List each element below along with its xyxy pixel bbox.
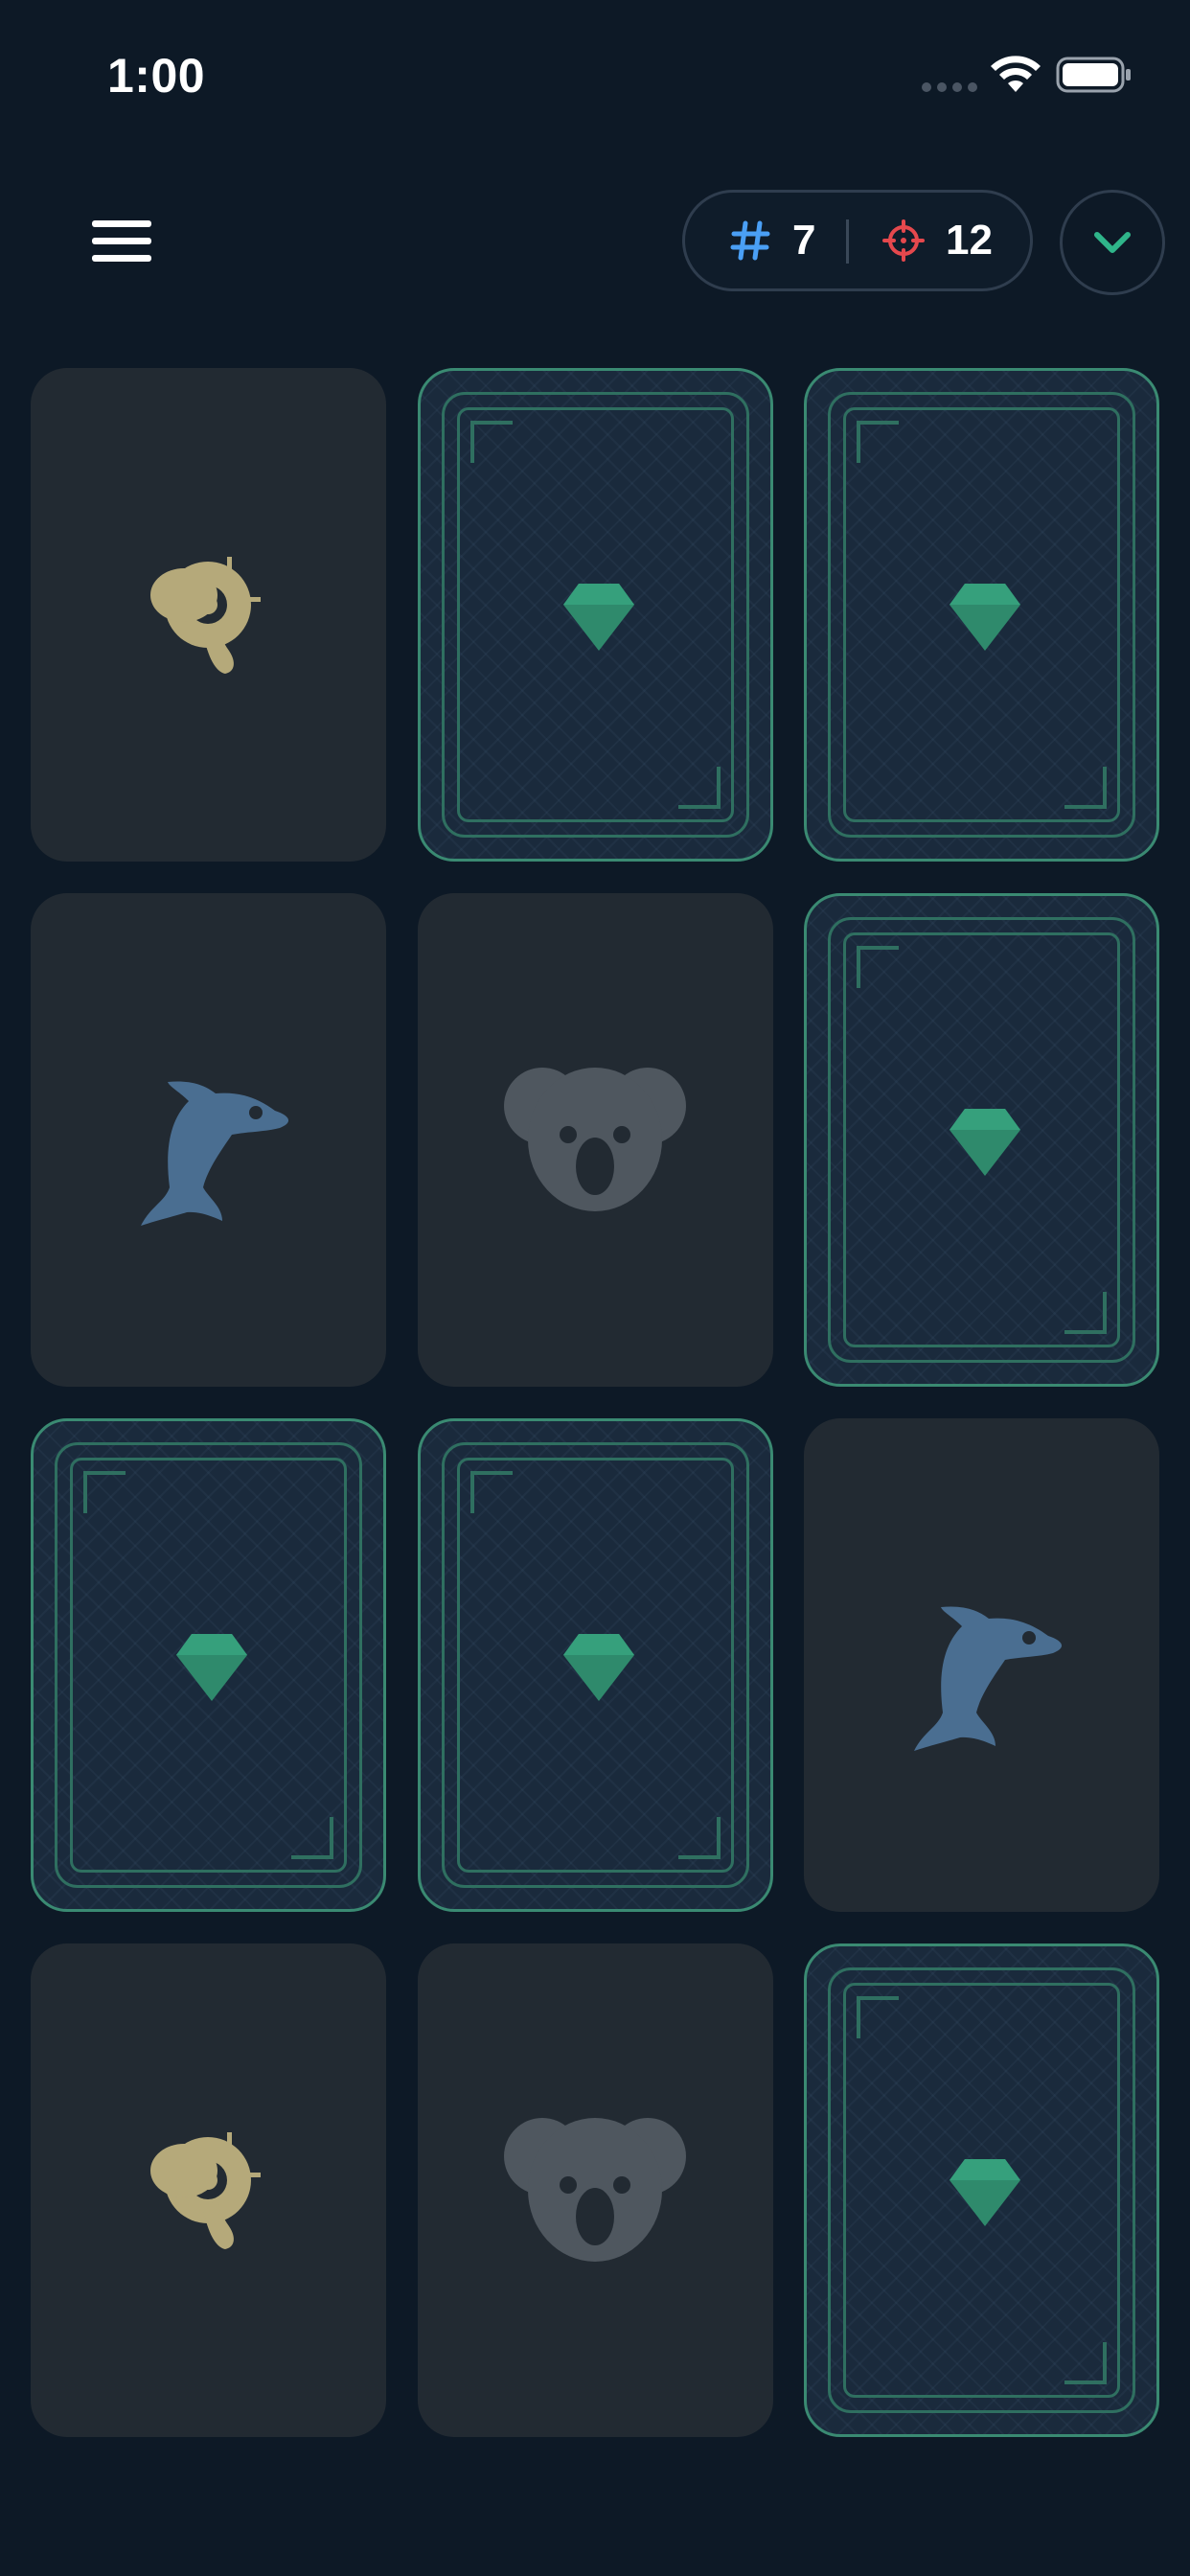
stats-divider: [846, 219, 849, 264]
card-snail[interactable]: [31, 368, 386, 862]
card-corner-mark: [677, 767, 721, 809]
gem-icon: [950, 1109, 1020, 1176]
koala-icon: [503, 1068, 686, 1211]
status-bar: 1:00: [0, 0, 1190, 153]
card-koala[interactable]: [417, 893, 773, 1387]
hash-icon: [730, 220, 770, 261]
wifi-icon: [991, 56, 1041, 92]
moves-value: 7: [792, 217, 816, 264]
card-corner-mark: [857, 946, 899, 988]
target-counter: 12: [882, 193, 993, 288]
card-corner-mark: [469, 1471, 513, 1513]
card-snail[interactable]: [31, 1944, 386, 2437]
card-facedown[interactable]: [804, 893, 1159, 1387]
card-dolphin[interactable]: [31, 893, 386, 1387]
gem-icon: [950, 2159, 1020, 2226]
card-corner-mark: [677, 1817, 721, 1859]
collapse-button[interactable]: [1060, 190, 1165, 295]
dolphin-icon: [141, 1081, 289, 1226]
gem-icon: [562, 584, 634, 651]
moves-counter: 7: [729, 193, 815, 288]
card-facedown[interactable]: [804, 1944, 1159, 2437]
koala-icon: [503, 2118, 686, 2262]
card-facedown[interactable]: [804, 368, 1159, 862]
card-corner-mark: [83, 1471, 126, 1513]
menu-button[interactable]: [92, 220, 151, 263]
card-facedown[interactable]: [31, 1418, 386, 1912]
card-corner-mark: [1064, 1292, 1107, 1334]
card-corner-mark: [1064, 767, 1107, 809]
card-corner-mark: [1064, 2342, 1107, 2384]
status-time: 1:00: [107, 49, 206, 103]
target-value: 12: [946, 217, 993, 264]
snail-icon: [150, 557, 261, 674]
card-facedown[interactable]: [417, 1418, 773, 1912]
card-corner-mark: [469, 421, 513, 463]
gem-icon: [176, 1634, 247, 1701]
battery-full-icon: [1056, 57, 1131, 93]
gem-icon: [950, 584, 1020, 651]
dolphin-icon: [914, 1606, 1063, 1751]
snail-icon: [150, 2132, 261, 2249]
card-facedown[interactable]: [417, 368, 773, 862]
crosshair-icon: [882, 219, 925, 262]
cellular-signal-icon: [922, 82, 977, 92]
card-corner-mark: [857, 1996, 899, 2038]
chevron-down-icon: [1094, 232, 1131, 253]
stats-pill: 7 12: [682, 190, 1033, 291]
card-dolphin[interactable]: [804, 1418, 1159, 1912]
card-corner-mark: [857, 421, 899, 463]
card-koala[interactable]: [417, 1944, 773, 2437]
card-corner-mark: [291, 1817, 333, 1859]
gem-icon: [562, 1634, 634, 1701]
